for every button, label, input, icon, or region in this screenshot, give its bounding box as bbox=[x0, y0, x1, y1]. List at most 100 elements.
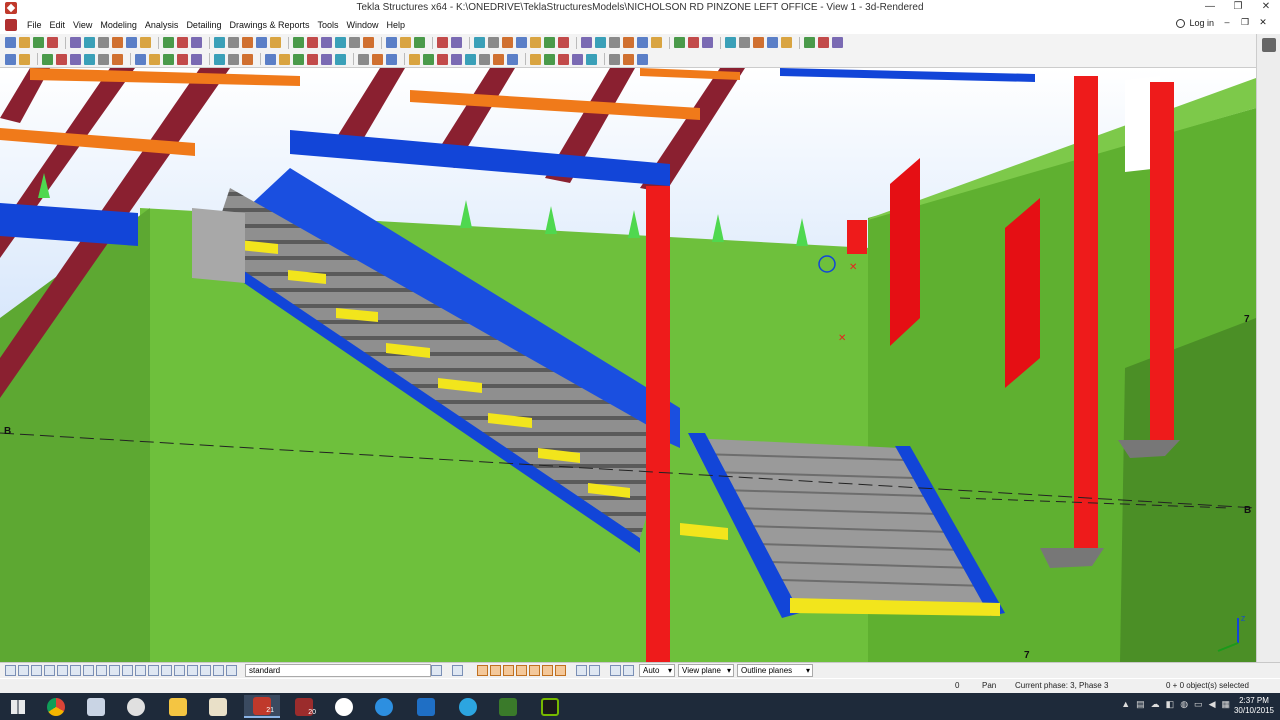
menu-window[interactable]: Window bbox=[343, 20, 383, 30]
menu-detailing[interactable]: Detailing bbox=[182, 20, 225, 30]
tb1-tool-icon[interactable] bbox=[609, 37, 620, 48]
tb1-tool-icon[interactable] bbox=[651, 37, 662, 48]
tb2-tool-icon[interactable] bbox=[214, 53, 225, 65]
tb1-tool-icon[interactable] bbox=[558, 37, 569, 48]
tb2-tool-icon[interactable] bbox=[423, 53, 434, 65]
tb2-tool-icon[interactable] bbox=[479, 53, 490, 65]
taskbar-sync[interactable] bbox=[366, 695, 402, 718]
tb2-tool-icon[interactable] bbox=[530, 53, 541, 65]
taskbar-app-green[interactable] bbox=[490, 695, 526, 718]
tb1-tool-icon[interactable] bbox=[191, 37, 202, 48]
tb1-tool-icon[interactable] bbox=[214, 37, 225, 48]
tb1-tool-icon[interactable] bbox=[767, 37, 778, 48]
tb1-tool-icon[interactable] bbox=[674, 37, 685, 48]
taskbar-explorer[interactable] bbox=[160, 695, 196, 718]
tray-shield-icon[interactable]: ◍ bbox=[1180, 699, 1188, 710]
taskbar-vectorworks[interactable] bbox=[326, 695, 362, 718]
tb1-tool-icon[interactable] bbox=[177, 37, 188, 48]
tb1-tool-icon[interactable] bbox=[307, 37, 318, 48]
tb2-tool-icon[interactable] bbox=[493, 53, 504, 65]
tb2-tool-icon[interactable] bbox=[609, 53, 620, 65]
tb2-tool-icon[interactable] bbox=[465, 53, 476, 65]
mdi-minimize-button[interactable]: – bbox=[1218, 17, 1236, 28]
select-rebar-icon[interactable] bbox=[187, 665, 198, 676]
mdi-close-button[interactable]: ✕ bbox=[1254, 17, 1272, 28]
snap-geometry-icon[interactable] bbox=[589, 665, 600, 676]
tb1-tool-icon[interactable] bbox=[544, 37, 555, 48]
menu-file[interactable]: File bbox=[23, 20, 46, 30]
select-views-icon[interactable] bbox=[109, 665, 120, 676]
tb1-tool-icon[interactable] bbox=[70, 37, 81, 48]
minimize-button[interactable]: — bbox=[1196, 0, 1224, 16]
snap-perpendicular-icon[interactable] bbox=[529, 665, 540, 676]
tb2-tool-icon[interactable] bbox=[42, 53, 53, 65]
taskbar-paint[interactable] bbox=[118, 695, 154, 718]
tray-monitor-icon[interactable]: ▭ bbox=[1194, 699, 1203, 710]
tb2-tool-icon[interactable] bbox=[335, 53, 346, 65]
select-loads-icon[interactable] bbox=[213, 665, 224, 676]
taskbar-outlook[interactable] bbox=[408, 695, 444, 718]
tb1-tool-icon[interactable] bbox=[293, 37, 304, 48]
select-planes-icon[interactable] bbox=[70, 665, 81, 676]
selection-filter-field[interactable]: standard bbox=[245, 664, 431, 677]
tb1-tool-icon[interactable] bbox=[112, 37, 123, 48]
tray-onedrive-icon[interactable]: ☁ bbox=[1151, 699, 1160, 710]
select-reference-icon[interactable] bbox=[174, 665, 185, 676]
select-cuts-icon[interactable] bbox=[96, 665, 107, 676]
outline-select[interactable]: Outline planes bbox=[737, 664, 813, 677]
tray-network-icon[interactable]: ▤ bbox=[1136, 699, 1145, 710]
maximize-button[interactable]: ❐ bbox=[1224, 0, 1252, 16]
select-points-icon[interactable] bbox=[31, 665, 42, 676]
document-icon[interactable] bbox=[5, 18, 17, 31]
tb1-tool-icon[interactable] bbox=[595, 37, 606, 48]
tray-volume-icon[interactable]: ◀ bbox=[1209, 699, 1216, 710]
menu-analysis[interactable]: Analysis bbox=[141, 20, 183, 30]
menu-edit[interactable]: Edit bbox=[46, 20, 70, 30]
tb2-tool-icon[interactable] bbox=[135, 53, 146, 65]
tb1-tool-icon[interactable] bbox=[126, 37, 137, 48]
menu-drawings-reports[interactable]: Drawings & Reports bbox=[225, 20, 313, 30]
taskbar-chrome[interactable] bbox=[38, 695, 74, 718]
tb2-tool-icon[interactable] bbox=[265, 53, 276, 65]
snap-reference-icon[interactable] bbox=[610, 665, 621, 676]
select-parts-icon[interactable] bbox=[18, 665, 29, 676]
taskbar-tekla-20[interactable]: 20 bbox=[286, 695, 322, 718]
tb1-tool-icon[interactable] bbox=[84, 37, 95, 48]
pointer-icon[interactable] bbox=[452, 665, 463, 676]
select-filter-icon[interactable] bbox=[226, 665, 237, 676]
tb1-tool-icon[interactable] bbox=[242, 37, 253, 48]
tb2-tool-icon[interactable] bbox=[358, 53, 369, 65]
tb2-tool-icon[interactable] bbox=[572, 53, 583, 65]
tb2-tool-icon[interactable] bbox=[56, 53, 67, 65]
tb2-tool-icon[interactable] bbox=[149, 53, 160, 65]
tb1-tool-icon[interactable] bbox=[363, 37, 374, 48]
tb1-tool-icon[interactable] bbox=[581, 37, 592, 48]
start-button[interactable] bbox=[0, 695, 36, 718]
tb1-tool-icon[interactable] bbox=[623, 37, 634, 48]
select-components-icon[interactable] bbox=[135, 665, 146, 676]
tb2-tool-icon[interactable] bbox=[242, 53, 253, 65]
taskbar-clock[interactable]: 2:37 PM 30/10/2015 bbox=[1234, 696, 1274, 716]
tb1-tool-icon[interactable] bbox=[163, 37, 174, 48]
taskbar-tekla-21[interactable]: 21 bbox=[244, 695, 280, 718]
tb2-tool-icon[interactable] bbox=[623, 53, 634, 65]
tb2-tool-icon[interactable] bbox=[177, 53, 188, 65]
taskbar-telegram[interactable] bbox=[450, 695, 486, 718]
tb2-tool-icon[interactable] bbox=[293, 53, 304, 65]
menu-help[interactable]: Help bbox=[383, 20, 410, 30]
close-button[interactable]: ✕ bbox=[1252, 0, 1280, 16]
tb1-tool-icon[interactable] bbox=[474, 37, 485, 48]
tb2-tool-icon[interactable] bbox=[372, 53, 383, 65]
tb1-tool-icon[interactable] bbox=[502, 37, 513, 48]
side-panel-icon[interactable] bbox=[1261, 38, 1276, 52]
tb1-tool-icon[interactable] bbox=[98, 37, 109, 48]
tb1-tool-icon[interactable] bbox=[832, 37, 843, 48]
tb1-tool-icon[interactable] bbox=[386, 37, 397, 48]
snap-center-icon[interactable] bbox=[490, 665, 501, 676]
tb1-tool-icon[interactable] bbox=[228, 37, 239, 48]
tb1-tool-icon[interactable] bbox=[19, 37, 30, 48]
tray-chevron-icon[interactable]: ▲ bbox=[1121, 699, 1130, 710]
taskbar-files[interactable] bbox=[200, 695, 236, 718]
tb2-tool-icon[interactable] bbox=[228, 53, 239, 65]
tb1-tool-icon[interactable] bbox=[256, 37, 267, 48]
